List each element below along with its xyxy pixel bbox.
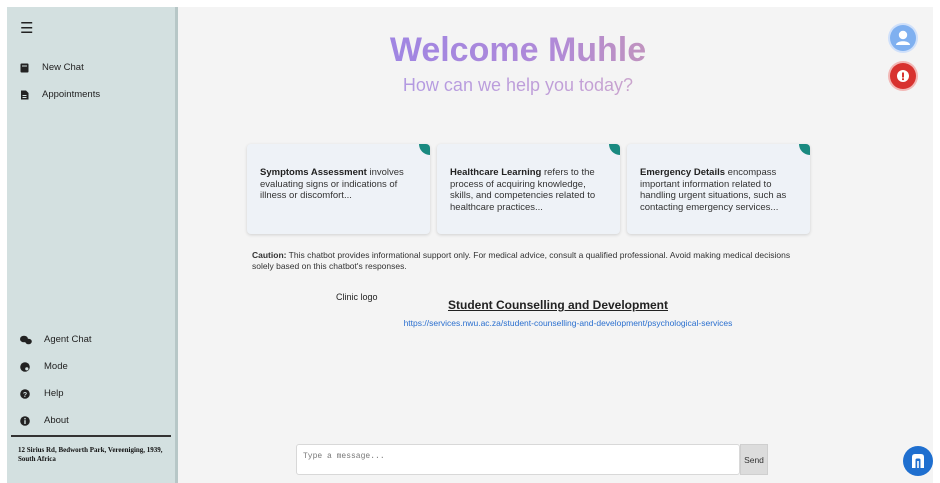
chat-book-icon bbox=[20, 63, 30, 73]
sidebar-item-label: Agent Chat bbox=[44, 334, 92, 345]
card-text: Symptoms Assessment involves evaluating … bbox=[260, 167, 420, 202]
app-frame: ☰ New Chat Appointments Agent Chat Mode bbox=[7, 7, 933, 483]
card-title: Emergency Details bbox=[640, 167, 726, 178]
menu-icon[interactable]: ☰ bbox=[20, 21, 33, 36]
card-text: Healthcare Learning refers to the proces… bbox=[450, 167, 610, 213]
sidebar-divider bbox=[11, 435, 171, 437]
card-title: Symptoms Assessment bbox=[260, 167, 367, 178]
svg-text:?: ? bbox=[23, 392, 27, 399]
sidebar-item-agent-chat[interactable]: Agent Chat bbox=[20, 334, 92, 345]
help-widget-icon bbox=[912, 454, 924, 468]
card-healthcare-learning[interactable]: Healthcare Learning refers to the proces… bbox=[437, 144, 620, 234]
user-avatar[interactable] bbox=[890, 25, 916, 51]
org-link[interactable]: https://services.nwu.ac.za/student-couns… bbox=[358, 318, 778, 328]
sidebar-item-label: Mode bbox=[44, 361, 68, 372]
caution-note: Caution: This chatbot provides informati… bbox=[252, 250, 812, 271]
help-icon: ? bbox=[20, 388, 30, 399]
main-panel: Welcome Muhle How can we help you today?… bbox=[178, 7, 933, 483]
sidebar-item-about[interactable]: About bbox=[20, 415, 69, 426]
card-emergency-details[interactable]: Emergency Details encompass important in… bbox=[627, 144, 810, 234]
card-corner-accent bbox=[609, 144, 620, 155]
emergency-alert-button[interactable] bbox=[890, 63, 916, 89]
send-button[interactable]: Send bbox=[740, 444, 768, 475]
info-icon bbox=[20, 415, 30, 426]
help-fab-button[interactable] bbox=[903, 446, 933, 476]
caution-label: Caution: bbox=[252, 250, 287, 260]
card-corner-accent bbox=[799, 144, 810, 155]
message-input[interactable]: Type a message... bbox=[296, 444, 740, 475]
card-corner-accent bbox=[419, 144, 430, 155]
clinic-address: 12 Sirius Rd, Bedworth Park, Vereeniging… bbox=[18, 446, 163, 463]
sidebar-item-label: Appointments bbox=[42, 89, 101, 100]
card-symptoms-assessment[interactable]: Symptoms Assessment involves evaluating … bbox=[247, 144, 430, 234]
palette-icon bbox=[20, 361, 30, 372]
user-icon bbox=[896, 30, 910, 45]
card-title: Healthcare Learning bbox=[450, 167, 542, 178]
document-icon bbox=[20, 90, 30, 100]
welcome-title: Welcome Muhle bbox=[178, 31, 858, 70]
sidebar-item-label: New Chat bbox=[42, 62, 84, 73]
clinic-logo: Clinic logo bbox=[336, 292, 378, 302]
sidebar-item-appointments[interactable]: Appointments bbox=[20, 89, 100, 100]
agent-chat-icon bbox=[20, 335, 32, 345]
card-text: Emergency Details encompass important in… bbox=[640, 167, 800, 213]
sidebar-item-label: Help bbox=[44, 388, 64, 399]
sidebar-item-new-chat[interactable]: New Chat bbox=[20, 62, 84, 73]
org-title: Student Counselling and Development bbox=[447, 298, 668, 312]
welcome-subtitle: How can we help you today? bbox=[178, 75, 858, 96]
sidebar-item-label: About bbox=[44, 415, 69, 426]
caution-text: This chatbot provides informational supp… bbox=[252, 250, 791, 271]
sidebar-item-help[interactable]: ? Help bbox=[20, 388, 64, 399]
sidebar: ☰ New Chat Appointments Agent Chat Mode bbox=[7, 7, 178, 483]
alert-icon bbox=[897, 70, 909, 82]
sidebar-item-mode[interactable]: Mode bbox=[20, 361, 68, 372]
